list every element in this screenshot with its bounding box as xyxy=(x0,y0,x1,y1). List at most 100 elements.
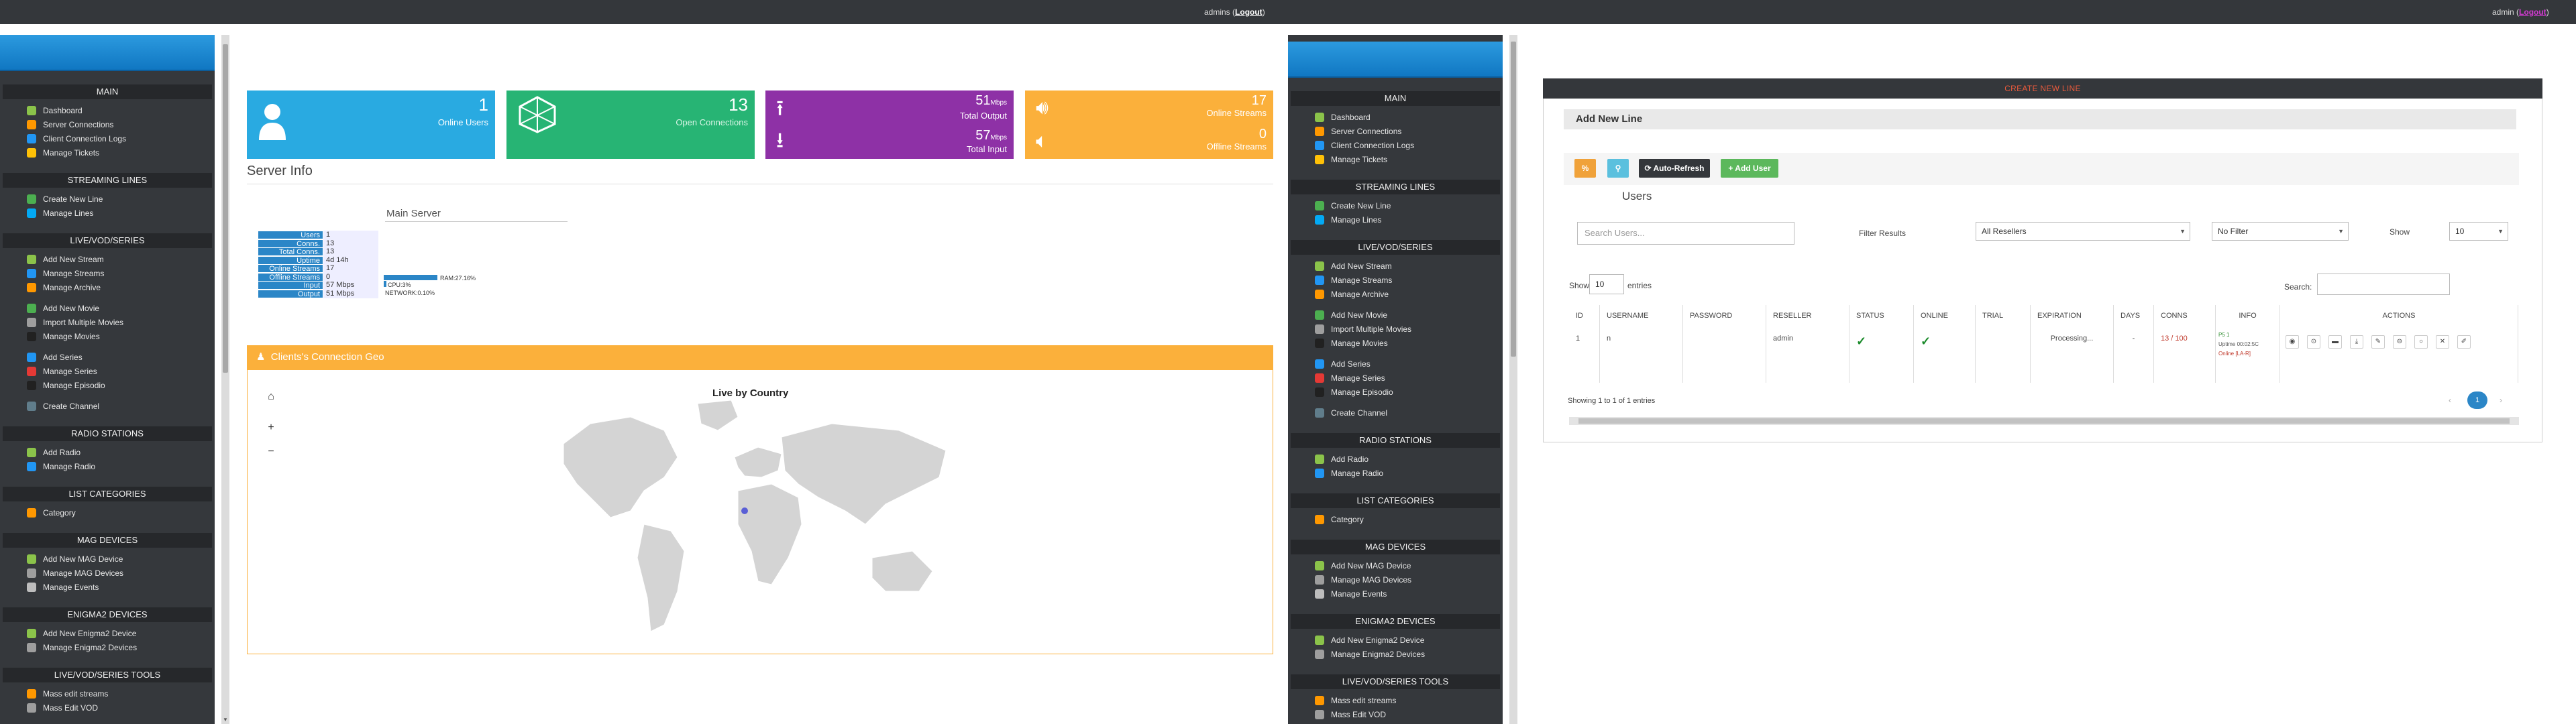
wrench-icon[interactable]: ✎ xyxy=(2371,335,2385,349)
sidebar-item-manage-radio[interactable]: Manage Radio xyxy=(0,459,215,473)
sidebar-item-category[interactable]: Category xyxy=(1288,512,1503,526)
sidebar-item-manage-movies[interactable]: Manage Movies xyxy=(0,329,215,343)
sidebar-scrollbar[interactable] xyxy=(1509,35,1517,724)
stat-online-users[interactable]: 1 Online Users xyxy=(247,90,495,159)
connection-marker[interactable] xyxy=(741,507,748,514)
sidebar-item-mass-edit-vod[interactable]: Mass Edit VOD xyxy=(0,701,215,715)
world-map[interactable] xyxy=(550,397,966,645)
home-icon[interactable]: ⌂ xyxy=(260,387,282,406)
sidebar-item-dashboard[interactable]: Dashboard xyxy=(1288,110,1503,124)
sidebar-item-add-new-movie[interactable]: Add New Movie xyxy=(0,301,215,315)
column-header-conns[interactable]: CONNS xyxy=(2154,305,2216,326)
sidebar-item-add-radio[interactable]: Add Radio xyxy=(1288,452,1503,466)
sidebar-item-add-radio[interactable]: Add Radio xyxy=(0,445,215,459)
zoom-in-button[interactable]: + xyxy=(260,418,282,437)
column-header-actions[interactable]: ACTIONS xyxy=(2280,305,2518,326)
sidebar-item-manage-events[interactable]: Manage Events xyxy=(0,580,215,594)
column-header-info[interactable]: INFO xyxy=(2216,305,2280,326)
column-header-password[interactable]: PASSWORD xyxy=(1683,305,1766,326)
sidebar-item-manage-events[interactable]: Manage Events xyxy=(1288,587,1503,601)
scrollbar-thumb[interactable] xyxy=(1578,418,2510,424)
scroll-down-icon[interactable]: ▼ xyxy=(221,716,229,724)
sidebar-item-create-channel[interactable]: Create Channel xyxy=(1288,406,1503,420)
sidebar-item-add-series[interactable]: Add Series xyxy=(1288,357,1503,371)
sidebar-item-manage-radio[interactable]: Manage Radio xyxy=(1288,466,1503,480)
reseller-filter-select[interactable]: All Resellers ▼ xyxy=(1976,222,2190,241)
column-header-days[interactable]: DAYS xyxy=(2114,305,2154,326)
sidebar-item-add-new-stream[interactable]: Add New Stream xyxy=(1288,259,1503,273)
sidebar-item-manage-enigma2-devices[interactable]: Manage Enigma2 Devices xyxy=(0,640,215,654)
scrollbar-thumb[interactable] xyxy=(1511,42,1516,357)
column-header-id[interactable]: ID xyxy=(1569,305,1600,326)
sidebar-item-mass-edit-vod[interactable]: Mass Edit VOD xyxy=(1288,707,1503,721)
prev-page-icon[interactable]: ‹ xyxy=(2449,396,2451,405)
sidebar-item-client-connection-logs[interactable]: Client Connection Logs xyxy=(0,131,215,145)
sidebar-item-manage-tickets[interactable]: Manage Tickets xyxy=(0,145,215,160)
sidebar-item-manage-enigma2-devices[interactable]: Manage Enigma2 Devices xyxy=(1288,647,1503,661)
sidebar-item-add-new-enigma2-device[interactable]: Add New Enigma2 Device xyxy=(0,626,215,640)
entries-count-input[interactable]: 10 xyxy=(1589,274,1624,294)
sidebar-item-manage-tickets[interactable]: Manage Tickets xyxy=(1288,152,1503,166)
sidebar-item-import-multiple-movies[interactable]: Import Multiple Movies xyxy=(0,315,215,329)
sidebar-item-add-new-mag-device[interactable]: Add New MAG Device xyxy=(1288,558,1503,572)
sidebar-item-manage-episodio[interactable]: Manage Episodio xyxy=(0,378,215,392)
sidebar-item-mass-edit-streams[interactable]: Mass edit streams xyxy=(1288,693,1503,707)
sidebar-item-manage-episodio[interactable]: Manage Episodio xyxy=(1288,385,1503,399)
sidebar-item-add-new-enigma2-device[interactable]: Add New Enigma2 Device xyxy=(1288,633,1503,647)
status-filter-select[interactable]: No Filter ▼ xyxy=(2212,222,2349,241)
sidebar-item-add-new-movie[interactable]: Add New Movie xyxy=(1288,308,1503,322)
sidebar-item-add-new-stream[interactable]: Add New Stream xyxy=(0,252,215,266)
sidebar-item-manage-streams[interactable]: Manage Streams xyxy=(1288,273,1503,287)
auto-refresh-button[interactable]: ⟳ Auto-Refresh xyxy=(1639,159,1710,178)
logout-link[interactable]: Logout xyxy=(2519,7,2546,17)
edit-icon[interactable]: ✐ xyxy=(2457,335,2471,349)
delete-icon[interactable]: ✕ xyxy=(2436,335,2449,349)
refresh-icon[interactable]: ○ xyxy=(2414,335,2428,349)
view-icon[interactable]: ◉ xyxy=(2286,335,2299,349)
search-users-input[interactable]: Search Users... xyxy=(1577,222,1794,245)
sidebar-item-server-connections[interactable]: Server Connections xyxy=(0,117,215,131)
stat-streams[interactable]: 🔊︎ 🔈︎ 17 Online Streams 0 Offline Stream… xyxy=(1025,90,1273,159)
sidebar-item-dashboard[interactable]: Dashboard xyxy=(0,103,215,117)
sidebar-item-manage-streams[interactable]: Manage Streams xyxy=(0,266,215,280)
show-count-select[interactable]: 10 ▼ xyxy=(2449,222,2508,241)
sidebar-item-import-multiple-movies[interactable]: Import Multiple Movies xyxy=(1288,322,1503,336)
sidebar-item-add-series[interactable]: Add Series xyxy=(0,350,215,364)
lock-icon[interactable]: ⊙ xyxy=(2307,335,2320,349)
sidebar-item-category[interactable]: Category xyxy=(0,505,215,520)
sidebar-item-manage-mag-devices[interactable]: Manage MAG Devices xyxy=(0,566,215,580)
next-page-icon[interactable]: › xyxy=(2500,396,2502,405)
add-user-button[interactable]: + Add User xyxy=(1721,159,1778,178)
sidebar-item-manage-archive[interactable]: Manage Archive xyxy=(1288,287,1503,301)
download-icon[interactable]: ⤓ xyxy=(2350,335,2363,349)
sidebar-item-manage-archive[interactable]: Manage Archive xyxy=(0,280,215,294)
page-button[interactable]: 1 xyxy=(2467,391,2487,409)
logout-link[interactable]: Logout xyxy=(1235,7,1263,17)
percent-button[interactable]: % xyxy=(1574,159,1596,178)
sidebar-item-add-new-mag-device[interactable]: Add New MAG Device xyxy=(0,552,215,566)
sidebar-item-manage-series[interactable]: Manage Series xyxy=(0,364,215,378)
sidebar-item-manage-lines[interactable]: Manage Lines xyxy=(1288,213,1503,227)
column-header-online[interactable]: ONLINE xyxy=(1914,305,1976,326)
sidebar-item-create-channel[interactable]: Create Channel xyxy=(0,399,215,413)
stat-open-connections[interactable]: 13 Open Connections xyxy=(506,90,755,159)
folder-icon[interactable]: ▬ xyxy=(2328,335,2342,349)
sidebar-item-manage-lines[interactable]: Manage Lines xyxy=(0,206,215,220)
sidebar-item-server-connections[interactable]: Server Connections xyxy=(1288,124,1503,138)
table-search-input[interactable] xyxy=(2317,274,2450,295)
column-header-reseller[interactable]: RESELLER xyxy=(1766,305,1849,326)
column-header-trial[interactable]: TRIAL xyxy=(1976,305,2031,326)
stat-bandwidth[interactable]: ⭱ ⭳ 51Mbps Total Output 57Mbps Total Inp… xyxy=(765,90,1014,159)
column-header-username[interactable]: USERNAME xyxy=(1600,305,1683,326)
sidebar-item-create-new-line[interactable]: Create New Line xyxy=(1288,198,1503,213)
sidebar-item-client-connection-logs[interactable]: Client Connection Logs xyxy=(1288,138,1503,152)
column-header-status[interactable]: STATUS xyxy=(1849,305,1914,326)
search-button[interactable]: ⚲ xyxy=(1607,159,1629,178)
sidebar-item-manage-movies[interactable]: Manage Movies xyxy=(1288,336,1503,350)
horizontal-scrollbar[interactable] xyxy=(1569,417,2519,425)
sidebar-item-create-new-line[interactable]: Create New Line xyxy=(0,192,215,206)
sidebar-item-manage-series[interactable]: Manage Series xyxy=(1288,371,1503,385)
sidebar-item-mass-edit-streams[interactable]: Mass edit streams xyxy=(0,686,215,701)
scrollbar-thumb[interactable] xyxy=(223,44,228,373)
sidebar-item-manage-mag-devices[interactable]: Manage MAG Devices xyxy=(1288,572,1503,587)
